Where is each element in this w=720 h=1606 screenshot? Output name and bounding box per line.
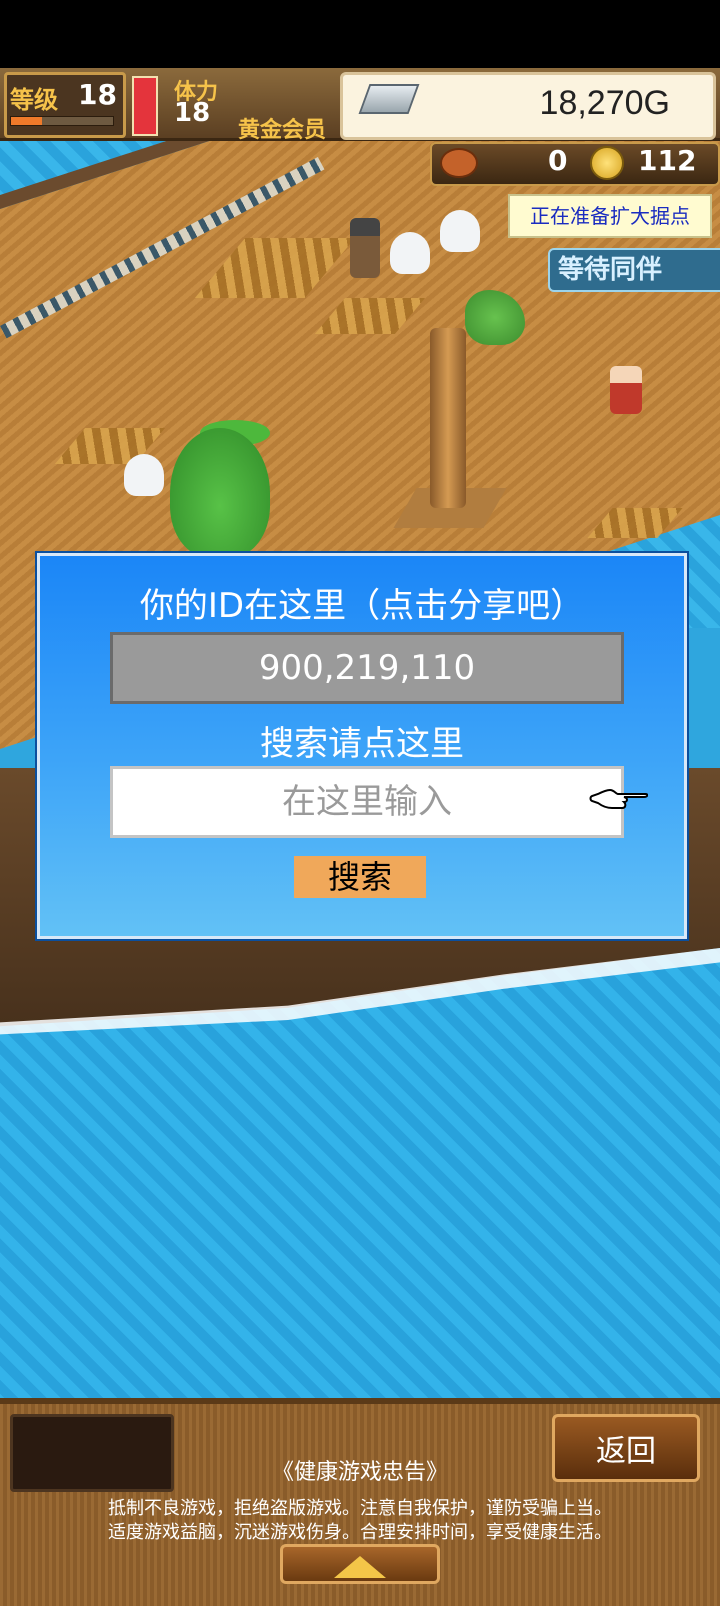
search-button[interactable]: 搜索 — [294, 856, 426, 898]
status-bar — [0, 0, 720, 68]
meat-icon — [440, 148, 478, 178]
frog-monster[interactable] — [170, 428, 270, 558]
dialog-title[interactable]: 你的ID在这里（点击分享吧） — [40, 578, 684, 627]
expand-menu-button[interactable] — [280, 1544, 440, 1584]
gold-member-label: 黄金会员 — [238, 118, 327, 143]
level-progress-bar — [10, 116, 114, 126]
stamina-gauge — [132, 76, 158, 136]
meat-count: 0 — [548, 144, 568, 177]
ghost-monster[interactable] — [124, 454, 164, 496]
stamina-value: 18 — [174, 98, 211, 128]
search-hint-label: 搜索请点这里 — [260, 724, 464, 764]
coin-icon — [590, 146, 624, 180]
pointing-hand-icon — [589, 788, 648, 809]
stamina-fill — [134, 78, 156, 134]
ship-mast — [430, 328, 466, 508]
gold-amount: 18,270G — [539, 84, 670, 122]
expand-base-notice[interactable]: 正在准备扩大据点 — [508, 194, 712, 238]
health-notice-line: 适度游戏益脑，沉迷游戏伤身。合理安排时间，享受健康生活。 — [108, 1522, 612, 1543]
coin-count: 112 — [638, 144, 697, 177]
health-notice-title: 《健康游戏忠告》 — [271, 1460, 448, 1485]
hero-character[interactable] — [610, 366, 642, 414]
ghost-monster[interactable] — [390, 232, 430, 274]
level-label: 等级 — [10, 86, 58, 114]
player-id-box[interactable]: 900,219,110 — [110, 632, 624, 704]
level-progress-fill — [11, 117, 42, 125]
archer-character[interactable] — [350, 218, 380, 278]
waiting-companion-label: 等待同伴 — [548, 248, 720, 292]
friend-search-dialog: 你的ID在这里（点击分享吧） 900,219,110 搜索请点这里 搜索 — [37, 553, 687, 939]
up-arrow-icon — [334, 1556, 386, 1578]
ghost-monster[interactable] — [440, 210, 480, 252]
level-value: 18 — [78, 78, 117, 111]
search-input[interactable] — [110, 766, 624, 838]
health-notice-line: 抵制不良游戏，拒绝盗版游戏。注意自我保护，谨防受骗上当。 — [108, 1498, 612, 1519]
